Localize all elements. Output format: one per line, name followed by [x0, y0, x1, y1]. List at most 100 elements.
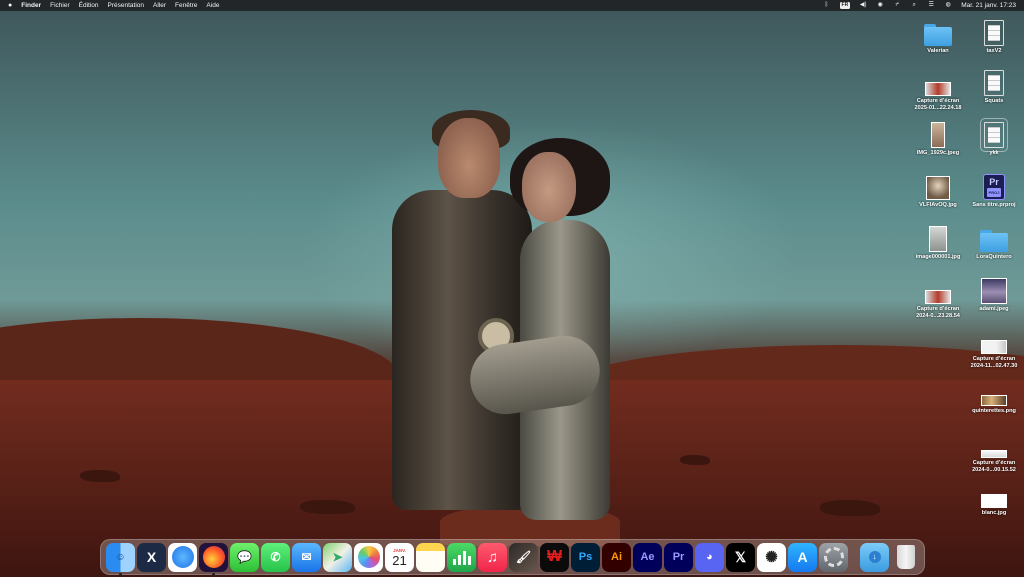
menu-edition[interactable]: Édition	[79, 2, 99, 9]
menu-aller[interactable]: Aller	[153, 2, 166, 9]
dock-app-music[interactable]: ♫	[478, 542, 507, 572]
screenshot-thumbnail-icon	[925, 290, 951, 304]
desktop-icon-img-1929c[interactable]: IMG_1929c.jpeg	[906, 118, 970, 157]
dock-app-whatsapp[interactable]: ✆	[261, 542, 290, 572]
screenshot-thumbnail-icon	[981, 450, 1007, 458]
photo-thumbnail-icon	[926, 176, 950, 200]
bar-chart-icon	[452, 549, 471, 565]
dock-app-premiere-pro[interactable]: Pr	[664, 542, 693, 572]
dock-app-messages[interactable]: 💬	[230, 542, 259, 572]
menu-aide[interactable]: Aide	[206, 2, 219, 9]
envelope-icon: ✉	[301, 550, 312, 564]
dock-app-system-settings[interactable]	[819, 542, 848, 572]
folder-icon	[980, 230, 1008, 252]
siri-icon[interactable]: ◍	[944, 2, 952, 9]
wallpaper-rock	[680, 455, 710, 465]
music-note-icon: ♫	[486, 548, 499, 566]
paintbrush-icon: 🖌	[515, 550, 532, 564]
dock-trash[interactable]	[891, 543, 920, 572]
screenshot-thumbnail-icon	[981, 340, 1007, 354]
desktop-icon-taxv2[interactable]: taxV2	[962, 16, 1024, 55]
desktop-icon-valerian[interactable]: Valerian	[906, 16, 970, 55]
dock-app-winamp[interactable]: ₩	[540, 542, 569, 572]
dock-app-illustrator[interactable]: Ai	[602, 542, 631, 572]
dock-app-maps[interactable]: ➤	[323, 542, 352, 572]
running-indicator	[212, 572, 215, 576]
document-icon	[980, 118, 1008, 152]
folder-icon	[924, 24, 952, 46]
dock-app-x[interactable]: 𝕏	[726, 542, 755, 572]
photoshop-icon: Ps	[578, 551, 593, 563]
search-icon[interactable]: ⌕	[910, 2, 918, 9]
desktop-icon-screenshot-2024-b[interactable]: Capture d’écran 2024-11...02.47.30	[962, 324, 1024, 370]
wallpaper-rock	[820, 500, 880, 516]
desktop-icon-ykk[interactable]: ykk	[962, 118, 1024, 157]
dock-app-safari[interactable]	[168, 542, 197, 572]
dock-downloads-folder[interactable]: ↓	[860, 542, 889, 572]
control-center-icon[interactable]: ☰	[927, 2, 935, 9]
menu-app-finder[interactable]: Finder	[21, 2, 41, 9]
wallpaper-rock	[300, 500, 355, 514]
premiere-project-icon: Pr PROJ	[983, 174, 1005, 200]
photo-thumbnail-icon	[981, 278, 1007, 304]
desktop-icon-loraquintero[interactable]: LoraQuintero	[962, 222, 1024, 261]
desktop-icon-screenshot-2024-c[interactable]: Capture d’écran 2024-0...00.15.52	[962, 428, 1024, 474]
dock-app-app-store[interactable]: A	[788, 542, 817, 572]
desktop-icon-squats[interactable]: Squats	[962, 66, 1024, 105]
input-source-badge[interactable]: FR	[839, 2, 851, 9]
dock-app-firefox[interactable]	[199, 542, 228, 576]
dock-app-photoshop[interactable]: Ps	[571, 542, 600, 572]
wifi-off-icon[interactable]: ⌿	[893, 2, 901, 9]
desktop-icon-image000001[interactable]: image000001.jpg	[906, 222, 970, 261]
dock-app-photos[interactable]	[354, 542, 383, 572]
dock-app-brush[interactable]: 🖌	[509, 542, 538, 572]
safari-compass-icon	[171, 546, 194, 568]
speech-bubble-icon: 💬	[237, 550, 252, 564]
desktop-icon-adami[interactable]: adami.jpeg	[962, 274, 1024, 313]
screenshot-thumbnail-icon	[925, 82, 951, 96]
photo-thumbnail-icon	[931, 122, 945, 148]
firefox-icon	[202, 546, 225, 568]
bluetooth-icon[interactable]: ᛒ	[823, 2, 831, 9]
document-icon	[984, 70, 1004, 96]
app-store-icon: A	[797, 549, 808, 565]
desktop-wallpaper	[0, 0, 1024, 577]
xcode-icon: X	[146, 549, 157, 565]
dock-app-finder[interactable]: ☺	[106, 542, 135, 576]
trash-icon	[896, 545, 915, 569]
dock-app-xcode[interactable]: X	[137, 542, 166, 572]
winamp-icon: ₩	[546, 548, 563, 565]
map-arrow-icon: ➤	[332, 550, 343, 564]
menu-presentation[interactable]: Présentation	[108, 2, 145, 9]
discord-icon: ◕	[706, 551, 713, 563]
desktop-icon-screenshot-2025[interactable]: Capture d’écran 2025-01...22.24.18	[906, 66, 970, 112]
dock-app-discord[interactable]: ◕	[695, 542, 724, 572]
desktop-icon-vlfiavoq[interactable]: VLFIAvOQ.jpg	[906, 170, 970, 209]
photos-flower-icon	[357, 546, 380, 568]
dock-app-numbers[interactable]	[447, 542, 476, 572]
menu-bar: ● Finder Fichier Édition Présentation Al…	[0, 0, 1024, 11]
download-arrow-icon: ↓	[868, 551, 881, 563]
dock-app-after-effects[interactable]: Ae	[633, 542, 662, 572]
desktop-icon-sans-titre-prproj[interactable]: Pr PROJ Sans titre.prproj	[962, 170, 1024, 209]
dock-app-notes[interactable]	[416, 542, 445, 572]
wallpaper-rock	[80, 470, 120, 482]
dock-app-mail[interactable]: ✉	[292, 542, 321, 572]
menu-fenetre[interactable]: Fenêtre	[175, 2, 197, 9]
volume-icon[interactable]: ◀)	[859, 2, 867, 9]
dock-app-chatgpt[interactable]: ✺	[757, 542, 786, 572]
dock-app-calendar[interactable]: JANV. 21	[385, 542, 414, 572]
screen-record-icon[interactable]: ◉	[876, 2, 884, 9]
chatgpt-icon: ✺	[765, 549, 778, 566]
menu-clock[interactable]: Mar. 21 janv. 17:23	[961, 2, 1016, 9]
calendar-day: 21	[392, 552, 407, 568]
desktop-icon-quinterettes[interactable]: quinterettes.png	[962, 376, 1024, 415]
after-effects-icon: Ae	[640, 551, 655, 563]
desktop-icon-blanc[interactable]: blanc.jpg	[962, 478, 1024, 517]
desktop-icon-screenshot-2024-a[interactable]: Capture d’écran 2024-0...23.28.54	[906, 274, 970, 320]
menu-fichier[interactable]: Fichier	[50, 2, 70, 9]
image-thumbnail-icon	[981, 494, 1007, 508]
running-indicator	[119, 572, 122, 576]
apple-menu-icon[interactable]: ●	[8, 2, 12, 9]
document-icon	[984, 20, 1004, 46]
